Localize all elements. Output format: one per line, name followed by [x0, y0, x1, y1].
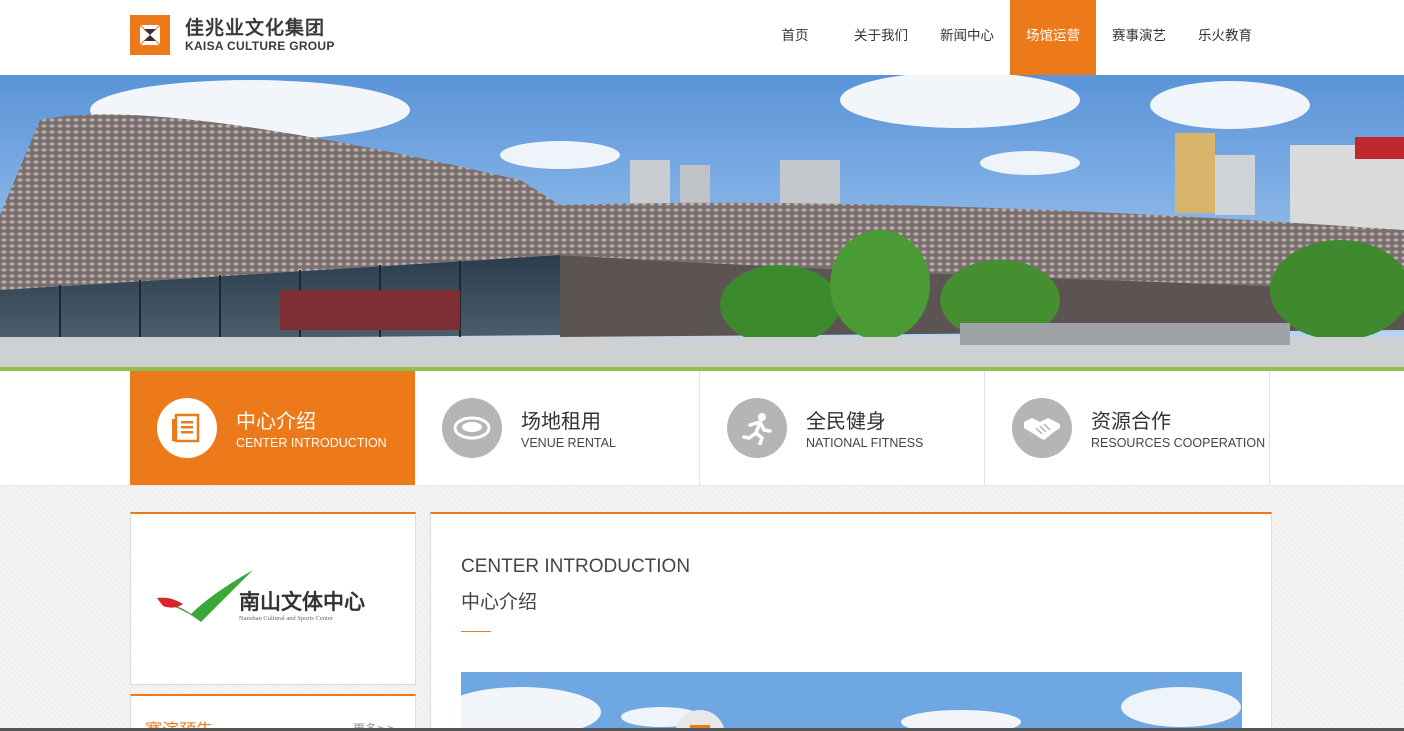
tab-label-cn: 资源合作	[1091, 409, 1171, 433]
center-photo	[461, 672, 1242, 731]
kaisa-logo-icon	[130, 15, 170, 55]
tab-label-en: CENTER INTRODUCTION	[236, 436, 387, 450]
runner-icon	[727, 398, 787, 458]
stadium-icon	[442, 398, 502, 458]
venue-logo-cn: 南山文体中心	[239, 589, 365, 614]
tab-label-en: NATIONAL FITNESS	[806, 436, 924, 450]
tab-label-cn: 全民健身	[806, 409, 886, 433]
handshake-icon	[1012, 398, 1072, 458]
nanshan-logo-icon: 南山文体中心 Nanshan Cultural and Sports Cente…	[157, 570, 365, 622]
tab-center-introduction[interactable]: 中心介绍 CENTER INTRODUCTION	[130, 371, 415, 485]
venue-logo-en: Nanshan Cultural and Sports Center	[239, 615, 334, 622]
title-underline	[461, 631, 491, 632]
logo-title: 佳兆业文化集团	[185, 17, 326, 39]
nav-education[interactable]: 乐火教育	[1182, 0, 1268, 75]
nav-events[interactable]: 赛事演艺	[1096, 0, 1182, 75]
tab-label-cn: 场地租用	[521, 409, 601, 433]
nav-home[interactable]: 首页	[752, 0, 838, 75]
nav-news[interactable]: 新闻中心	[924, 0, 1010, 75]
hero-banner-image	[0, 75, 1404, 371]
tab-label-en: VENUE RENTAL	[521, 436, 616, 450]
site-header: 佳兆业文化集团 KAISA CULTURE GROUP 首页 关于我们 新闻中心…	[0, 0, 1404, 75]
logo-subtitle: KAISA CULTURE GROUP	[185, 39, 335, 53]
main-nav: 首页 关于我们 新闻中心 场馆运营 赛事演艺 乐火教育	[752, 0, 1268, 75]
feature-tab-bar: 中心介绍 CENTER INTRODUCTION 场地租用 VENUE RENT…	[0, 371, 1404, 486]
tab-label-en: RESOURCES COOPERATION	[1091, 436, 1266, 450]
section-title-en: CENTER INTRODUCTION	[461, 556, 691, 577]
tab-national-fitness[interactable]: 全民健身 NATIONAL FITNESS	[700, 371, 985, 485]
tab-resources-cooperation[interactable]: 资源合作 RESOURCES COOPERATION	[985, 371, 1270, 485]
tab-venue-rental[interactable]: 场地租用 VENUE RENTAL	[415, 371, 700, 485]
main-panel: CENTER INTRODUCTION 中心介绍	[430, 512, 1272, 731]
tab-label-cn: 中心介绍	[236, 409, 316, 433]
content-area: 南山文体中心 Nanshan Cultural and Sports Cente…	[0, 486, 1404, 731]
site-logo[interactable]: 佳兆业文化集团 KAISA CULTURE GROUP	[130, 15, 335, 55]
document-icon	[157, 398, 217, 458]
upcoming-events-box: 赛演预告 更多>>	[130, 694, 416, 731]
venue-logo-card: 南山文体中心 Nanshan Cultural and Sports Cente…	[130, 512, 416, 685]
section-title-cn: 中心介绍	[461, 591, 538, 613]
nav-about[interactable]: 关于我们	[838, 0, 924, 75]
nav-venue-operation[interactable]: 场馆运营	[1010, 0, 1096, 75]
